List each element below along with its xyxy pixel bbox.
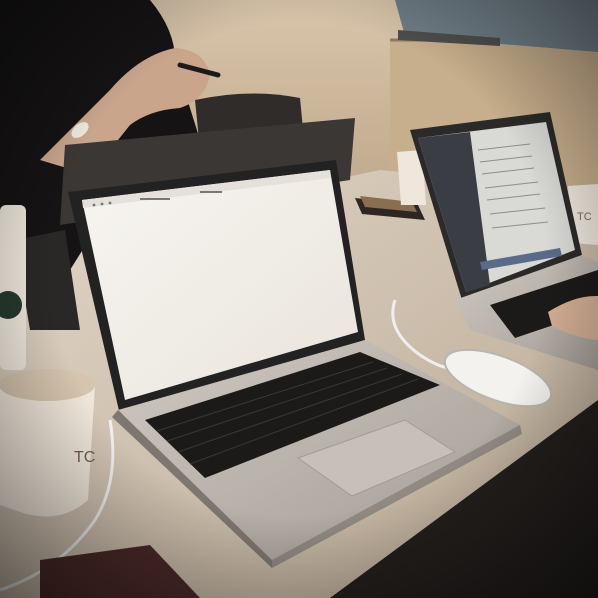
scene-drawing: TC TC [0,0,598,598]
photo-scene: TC TC [0,0,598,598]
vignette [0,0,598,598]
